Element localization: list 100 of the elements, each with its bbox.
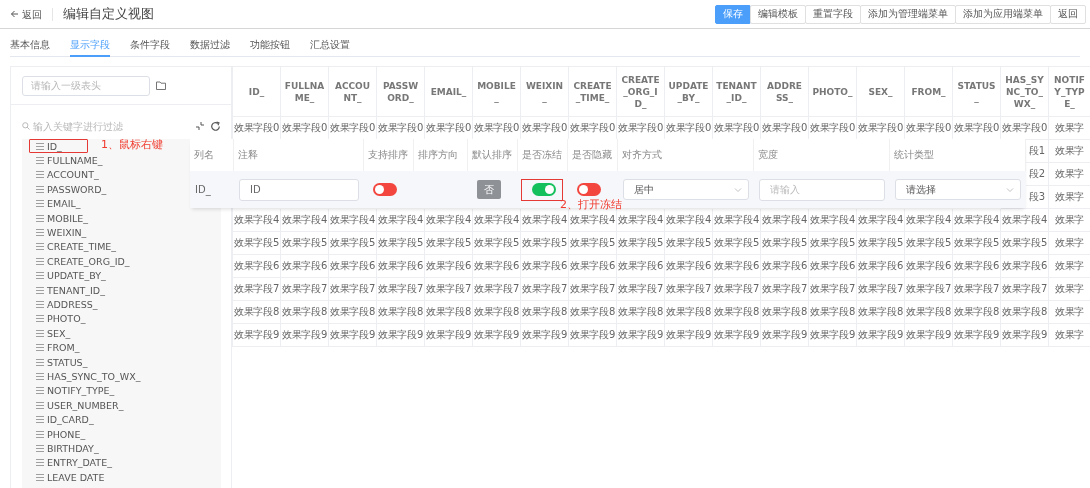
table-cell: 效果字段6 [233,255,281,278]
tree-item[interactable]: PASSWORD_ [29,182,108,197]
tree-item[interactable]: FROM_ [29,340,81,355]
table-cell: 效果字段9 [569,324,617,347]
table-cell: 效果字段7 [1001,278,1049,301]
tree-item[interactable]: NOTIFY_TYPE_ [29,383,116,399]
table-cell: 效果字段6 [809,255,857,278]
table-cell: 效果字段4 [233,209,281,232]
input-field[interactable]: ID_ [239,178,359,201]
table-cell: 效果字段6 [761,255,809,278]
table-cell: 效果字段8 [617,301,665,324]
tree-item[interactable]: ID_ [29,139,88,154]
table-cell: 效果字段9 [809,324,857,347]
drag-handle-icon [36,185,44,193]
table-cell: 效果字段5 [857,232,905,255]
drag-handle-icon [36,344,44,352]
table-cell: 效果字 [1049,232,1090,255]
tab[interactable]: 条件字段 [130,35,170,57]
toolbar-button[interactable]: 添加为管理端菜单 [860,4,956,24]
table-cell: 效果字段4 [1001,209,1049,232]
select-field[interactable]: 居中 [623,179,749,200]
back-link[interactable]: 返回 [10,7,53,21]
table-cell: 效果字段4 [953,209,1001,232]
toggle-switch[interactable] [532,183,556,196]
tree-item[interactable]: LEAVE DATE [29,470,106,485]
table-cell: 效果字段5 [713,232,761,255]
table-cell: 效果字段8 [569,301,617,324]
drag-handle-icon [36,473,44,481]
table-cell: 效果字段6 [1001,255,1049,278]
tree-item[interactable]: ADDRESS_ [29,297,99,312]
toolbar-button[interactable]: 编辑模板 [750,4,806,24]
tree-item[interactable]: UPDATE_BY_ [29,268,107,283]
column-header: UPDATE_BY_ [665,67,713,117]
table-cell: 效果字段6 [281,255,329,278]
column-header: MOBILE_ [473,67,521,117]
tree-item[interactable]: PHONE_ [29,426,87,442]
tree-item[interactable]: BIRTHDAY_ [29,441,100,456]
table-cell: 效果字段7 [569,278,617,301]
tree-item[interactable]: MOBILE_ [29,210,90,226]
toggle-switch[interactable] [373,183,397,196]
column-header: ID_ [233,67,281,117]
table-cell: 效果字段9 [473,324,521,347]
toolbar-button[interactable]: 重置字段 [805,4,861,24]
tree-item[interactable]: WEIXIN_ [29,225,88,240]
tree-item[interactable]: ACCOUNT_ [29,167,100,183]
tree-item[interactable]: SEX_ [29,326,72,341]
tree-item[interactable]: CREATE_ORG_ID_ [29,254,131,269]
filter-input-field[interactable]: 输入关键字进行过滤 [33,118,173,134]
tab[interactable]: 数据过滤 [190,35,230,57]
table-cell: 效果字段5 [233,232,281,255]
table-cell: 效果字段4 [377,209,425,232]
table-cell: 效果字段4 [569,209,617,232]
drag-handle-icon [36,229,44,237]
tree-item[interactable]: STATUS_ [29,354,89,370]
collapse-icon[interactable] [195,121,205,131]
tab[interactable]: 汇总设置 [310,35,350,57]
tree-item[interactable]: PHOTO_ [29,311,87,327]
select-field[interactable]: 请选择 [895,179,1021,200]
arrow-left-icon [10,10,19,18]
drag-handle-icon [36,142,44,150]
table-cell: 效果字段5 [473,232,521,255]
table-cell: 效果字段4 [665,209,713,232]
toggle-switch[interactable] [577,183,601,196]
tree-item[interactable]: ENTRY_DATE_ [29,455,113,470]
table-cell: 效果字段4 [713,209,761,232]
search-icon [22,122,30,130]
toolbar-button[interactable]: 添加为应用端菜单 [955,4,1051,24]
column-header: EMAIL_ [425,67,473,117]
tree-item[interactable]: EMAIL_ [29,196,82,211]
table-cell: 效果字段8 [377,301,425,324]
table-cell: 效果字段9 [761,324,809,347]
table-cell: 效果字段7 [425,278,473,301]
annotation-text: 2、打开冻结 [560,197,622,212]
table-cell: 效果字 [1049,209,1090,232]
drag-handle-icon [36,272,44,280]
column-name: ID_ [195,184,211,195]
input-field[interactable]: 请输入 [759,178,885,201]
table-cell: 效果字段9 [665,324,713,347]
table-cell: 效果字 [1049,278,1090,301]
tab[interactable]: 基本信息 [10,35,50,57]
tree-item[interactable]: CREATE_TIME_ [29,239,118,255]
table-cell: 效果字段4 [425,209,473,232]
folder-icon[interactable] [156,81,166,90]
table-cell: 效果字段9 [953,324,1001,347]
tree-item[interactable]: TENANT_ID_ [29,282,106,298]
tree-item[interactable]: FULLNAME_ [29,153,104,168]
tab[interactable]: 功能按钮 [250,35,290,57]
toolbar-button[interactable]: 返回 [1050,4,1086,24]
table-cell: 效果字段6 [329,255,377,278]
drag-handle-icon [36,301,44,308]
tree-item[interactable]: ID_CARD_ [29,412,95,427]
refresh-icon[interactable] [210,120,221,132]
table-cell: 效果字段7 [617,278,665,301]
table-cell: 效果字段4 [761,209,809,232]
table-cell: 效果字段5 [1001,232,1049,255]
column-header: ACCOUNT_ [329,67,377,117]
tree-item[interactable]: USER_NUMBER_ [29,398,125,413]
tree-item[interactable]: HAS_SYNC_TO_WX_ [29,369,142,384]
chevron-down-icon [1006,185,1014,194]
table-cell: 效果字段6 [665,255,713,278]
